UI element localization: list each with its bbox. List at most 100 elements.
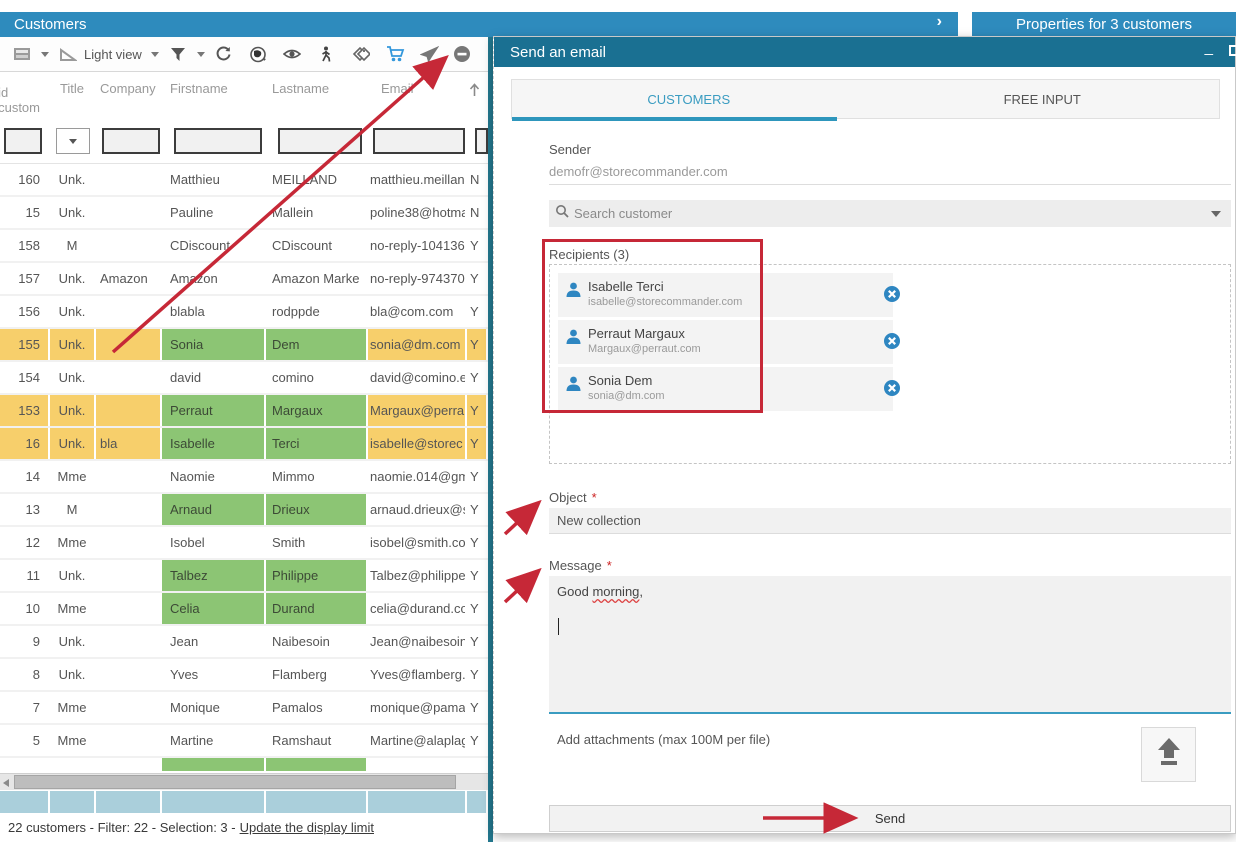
- table-row[interactable]: 158MCDiscountCDiscountno-reply-104136:Y: [0, 230, 488, 263]
- cell-id[interactable]: 153: [0, 395, 50, 426]
- cell-id[interactable]: 5: [0, 725, 50, 756]
- cell-id[interactable]: 12: [0, 527, 50, 558]
- column-header-email[interactable]: Email: [368, 73, 467, 119]
- cell-id[interactable]: 8: [0, 659, 50, 690]
- cell-company[interactable]: [96, 659, 162, 690]
- table-row[interactable]: 154Unk.davidcominodavid@comino.eY: [0, 362, 488, 395]
- cell-title[interactable]: Mme: [50, 692, 96, 723]
- table-row[interactable]: 11Unk.TalbezPhilippeTalbez@philippeY: [0, 560, 488, 593]
- cell-title[interactable]: Unk.: [50, 560, 96, 591]
- cell-title[interactable]: Unk.: [50, 263, 96, 294]
- recipient-item[interactable]: Perraut MargauxMargaux@perraut.com: [558, 320, 893, 364]
- cell-ln[interactable]: Mimmo: [266, 461, 368, 492]
- cell-company[interactable]: bla: [96, 428, 162, 459]
- table-row[interactable]: 5MmeMartineRamshautMartine@alaplagY: [0, 725, 488, 758]
- cell-ln[interactable]: CDiscount: [266, 230, 368, 261]
- view-ruler-icon[interactable]: [58, 45, 78, 63]
- cell-fn[interactable]: Talbez: [162, 560, 266, 591]
- cell-id[interactable]: 7: [0, 692, 50, 723]
- cell-ln[interactable]: Amazon Marke: [266, 263, 368, 294]
- cell-email[interactable]: Talbez@philippe: [368, 560, 467, 591]
- cell-company[interactable]: Amazon: [96, 263, 162, 294]
- cell-ln[interactable]: comino: [266, 362, 368, 393]
- search-customer-input[interactable]: Search customer: [549, 200, 1231, 227]
- scroll-left-arrow-icon[interactable]: [3, 779, 9, 787]
- cell-email[interactable]: david@comino.e: [368, 362, 467, 393]
- block-minus-circle-icon[interactable]: [452, 45, 472, 63]
- cell-email[interactable]: Jean@naibesoin: [368, 626, 467, 657]
- cell-fn[interactable]: Amazon: [162, 263, 266, 294]
- minimize-button[interactable]: _: [1205, 39, 1213, 56]
- cell-title[interactable]: Unk.: [50, 164, 96, 195]
- recipient-item[interactable]: Sonia Demsonia@dm.com: [558, 367, 893, 411]
- cell-company[interactable]: [96, 197, 162, 228]
- cell-email[interactable]: isobel@smith.co: [368, 527, 467, 558]
- cell-title[interactable]: Unk.: [50, 362, 96, 393]
- cell-news[interactable]: Y: [467, 296, 488, 327]
- filter-input-email[interactable]: [373, 128, 465, 154]
- table-row[interactable]: 9Unk.JeanNaibesoinJean@naibesoinY: [0, 626, 488, 659]
- cell-email[interactable]: Martine@alaplag: [368, 725, 467, 756]
- cell-id[interactable]: 9: [0, 626, 50, 657]
- cell-id[interactable]: 15: [0, 197, 50, 228]
- cell-fn[interactable]: Celia: [162, 593, 266, 624]
- cell-ln[interactable]: rodppde: [266, 296, 368, 327]
- table-row[interactable]: 156Unk.blablarodppdebla@com.comY: [0, 296, 488, 329]
- search-dropdown-caret-icon[interactable]: [1211, 211, 1221, 217]
- cell-news[interactable]: Y: [467, 593, 488, 624]
- send-email-plane-icon[interactable]: [420, 45, 440, 63]
- remove-recipient-button[interactable]: [883, 332, 901, 350]
- cell-news[interactable]: Y: [467, 428, 488, 459]
- horizontal-scrollbar[interactable]: [0, 773, 488, 790]
- table-row[interactable]: 7MmeMoniquePamalosmonique@pamaY: [0, 692, 488, 725]
- cell-fn[interactable]: Martine: [162, 725, 266, 756]
- cell-fn[interactable]: Monique: [162, 692, 266, 723]
- cell-id[interactable]: 155: [0, 329, 50, 360]
- table-row[interactable]: 14MmeNaomieMimmonaomie.014@gmY: [0, 461, 488, 494]
- cell-company[interactable]: [96, 494, 162, 525]
- cell-title[interactable]: Mme: [50, 593, 96, 624]
- cell-fn[interactable]: Naomie: [162, 461, 266, 492]
- cell-title[interactable]: M: [50, 230, 96, 261]
- cell-id[interactable]: 13: [0, 494, 50, 525]
- cell-news[interactable]: Y: [467, 329, 488, 360]
- cell-company[interactable]: [96, 362, 162, 393]
- cell-news[interactable]: Y: [467, 263, 488, 294]
- cell-company[interactable]: [96, 230, 162, 261]
- cell-id[interactable]: 10: [0, 593, 50, 624]
- cell-company[interactable]: [96, 560, 162, 591]
- cell-id[interactable]: 14: [0, 461, 50, 492]
- cell-title[interactable]: Unk.: [50, 428, 96, 459]
- cell-email[interactable]: naomie.014@gm: [368, 461, 467, 492]
- table-row[interactable]: 8Unk.YvesFlambergYves@flamberg.Y: [0, 659, 488, 692]
- cell-id[interactable]: 154: [0, 362, 50, 393]
- cell-email[interactable]: isabelle@storec: [368, 428, 467, 459]
- tab-free-input[interactable]: FREE INPUT: [866, 80, 1220, 118]
- tab-customers[interactable]: CUSTOMERS: [512, 80, 866, 118]
- cell-company[interactable]: [96, 329, 162, 360]
- collapse-chevron-icon[interactable]: ›: [937, 13, 942, 31]
- cell-ln[interactable]: MEILLAND: [266, 164, 368, 195]
- cell-ln[interactable]: Durand: [266, 593, 368, 624]
- send-button[interactable]: Send: [549, 805, 1231, 832]
- cell-ln[interactable]: Terci: [266, 428, 368, 459]
- cell-email[interactable]: celia@durand.co: [368, 593, 467, 624]
- cell-ln[interactable]: Drieux: [266, 494, 368, 525]
- update-display-limit-link[interactable]: Update the display limit: [240, 820, 374, 835]
- table-row[interactable]: 16Unk.blaIsabelleTerciisabelle@storecY: [0, 428, 488, 461]
- cell-fn[interactable]: Yves: [162, 659, 266, 690]
- column-header-id[interactable]: idcustom: [0, 73, 50, 119]
- cell-title[interactable]: Unk.: [50, 395, 96, 426]
- filter-input-firstname[interactable]: [174, 128, 262, 154]
- cell-ln[interactable]: Ramshaut: [266, 725, 368, 756]
- cell-fn[interactable]: Pauline: [162, 197, 266, 228]
- column-header-firstname[interactable]: Firstname: [162, 73, 266, 119]
- sort-ascending-icon[interactable]: [469, 83, 480, 102]
- cell-title[interactable]: Mme: [50, 461, 96, 492]
- cell-id[interactable]: 158: [0, 230, 50, 261]
- cell-id[interactable]: 160: [0, 164, 50, 195]
- cell-ln[interactable]: Smith: [266, 527, 368, 558]
- cell-ln[interactable]: Margaux: [266, 395, 368, 426]
- table-row[interactable]: 155Unk.SoniaDemsonia@dm.comY: [0, 329, 488, 362]
- sync-globe-icon[interactable]: [248, 45, 268, 63]
